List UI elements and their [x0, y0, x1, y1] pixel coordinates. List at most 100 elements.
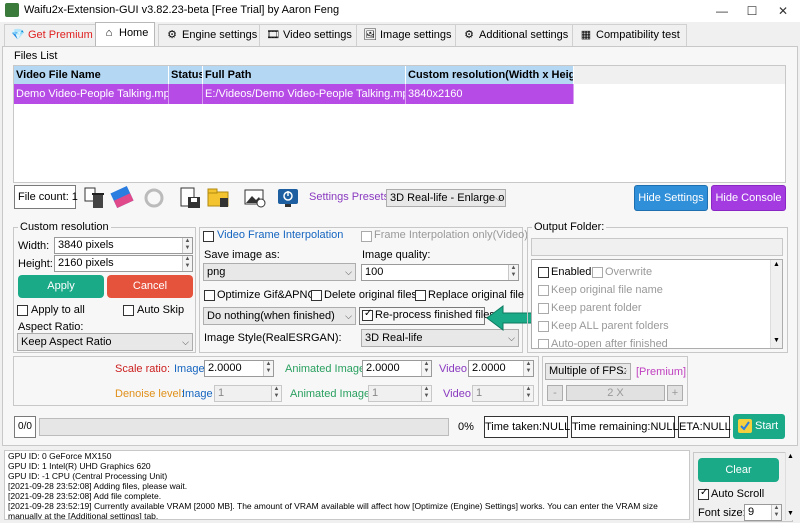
optimize-gif-checkbox[interactable]	[204, 290, 215, 301]
log-line: GPU ID: 0 GeForce MX150	[8, 451, 112, 461]
scroll-down-icon[interactable]: ▼	[773, 337, 780, 344]
cancel-resolution-button[interactable]: Cancel	[107, 275, 193, 298]
height-spin-arrows[interactable]: ▲ ▼	[182, 256, 192, 271]
tab-engine-settings[interactable]: ⚙ Engine settings	[158, 24, 265, 46]
font-size-spin[interactable]: ▲ ▼	[771, 505, 781, 520]
output-folder-options: Enabled Overwrite Keep original file nam…	[531, 259, 783, 349]
reprocess-checkbox[interactable]	[362, 308, 373, 321]
denoise-video-input[interactable]: 1 ▲ ▼	[472, 385, 534, 402]
picture-settings-icon	[244, 189, 266, 208]
denoise-animated-input[interactable]: 1 ▲ ▼	[368, 385, 432, 402]
tab-additional-settings[interactable]: ⚙ Additional settings	[455, 24, 576, 46]
image-quality-label: Image quality:	[362, 249, 431, 261]
fps-multiple-select[interactable]: Multiple of FPS: ⌵	[545, 363, 631, 380]
start-button[interactable]: Start	[733, 414, 785, 439]
settings-presets-select[interactable]: 3D Real-life - Enlarge o ⌵	[386, 189, 506, 207]
aspect-ratio-select[interactable]: Keep Aspect Ratio ⌵	[17, 333, 193, 351]
reprocess-label: Re-process finished files	[375, 309, 495, 321]
save-file-list-button[interactable]	[176, 184, 202, 210]
keep-parent-checkbox[interactable]	[538, 303, 549, 314]
tab-image-settings[interactable]: 🖼 Image settings	[356, 24, 459, 46]
progress-count: 0/0	[14, 416, 36, 438]
save-image-format-select[interactable]: png ⌵	[203, 263, 356, 281]
denoise-image-input[interactable]: 1 ▲ ▼	[214, 385, 282, 402]
power-monitor-icon	[278, 189, 298, 207]
fps-increase-button[interactable]: +	[667, 385, 683, 401]
denoise-video-spin[interactable]: ▲ ▼	[523, 386, 533, 401]
scroll-up-icon[interactable]: ▲	[773, 261, 780, 268]
load-file-list-button[interactable]	[204, 184, 230, 210]
preview-button[interactable]	[241, 184, 267, 210]
frame-interpolation-only-checkbox[interactable]	[361, 231, 372, 242]
width-spin-arrows[interactable]: ▲ ▼	[182, 238, 192, 253]
output-folder-title: Output Folder:	[532, 221, 607, 233]
eta: ETA:NULL	[678, 416, 731, 438]
tab-home[interactable]: ⌂ Home	[95, 22, 156, 46]
tab-get-premium[interactable]: 💎 Get Premium	[4, 24, 100, 46]
apply-resolution-button[interactable]: Apply	[18, 275, 104, 298]
image-quality-input[interactable]: 100 ▲ ▼	[361, 264, 519, 281]
fps-decrease-button[interactable]: -	[547, 385, 563, 401]
table-cell-file-name[interactable]: Demo Video-People Talking.mp4	[14, 84, 169, 104]
auto-open-checkbox[interactable]	[538, 339, 549, 348]
remove-file-button[interactable]	[80, 184, 106, 210]
output-options-scrollbar[interactable]: ▲ ▼	[770, 260, 782, 348]
console-log[interactable]: GPU ID: 0 GeForce MX150 GPU ID: 1 Intel(…	[4, 450, 690, 520]
scroll-down-icon[interactable]: ▼	[787, 510, 794, 517]
close-button[interactable]: ✕	[768, 0, 798, 22]
minimize-button[interactable]: —	[707, 0, 737, 22]
height-input[interactable]: 2160 pixels ▲ ▼	[54, 255, 193, 272]
denoise-animated-spin[interactable]: ▲ ▼	[421, 386, 431, 401]
monitor-button[interactable]	[274, 184, 300, 210]
tab-compatibility-test[interactable]: ▦ Compatibility test	[572, 24, 687, 46]
scale-animated-input[interactable]: 2.0000 ▲ ▼	[362, 360, 432, 377]
chevron-down-icon: ⌵	[495, 193, 502, 203]
reset-button[interactable]	[140, 184, 166, 210]
image-quality-spin-arrows[interactable]: ▲ ▼	[508, 265, 518, 280]
table-cell-full-path[interactable]: E:/Videos/Demo Video-People Talking.mp4	[203, 84, 406, 104]
scale-image-input[interactable]: 2.0000 ▲ ▼	[204, 360, 274, 377]
auto-skip-checkbox[interactable]	[123, 305, 134, 316]
log-line: [2021-09-28 23:52:19] Currently availabl…	[8, 501, 658, 520]
progress-bar	[39, 418, 449, 436]
hide-settings-button[interactable]: Hide Settings	[634, 185, 708, 211]
console-controls-scrollbar[interactable]: ▲ ▼	[785, 452, 795, 520]
scale-video-input[interactable]: 2.0000 ▲ ▼	[468, 360, 534, 377]
time-taken: Time taken:NULL	[484, 416, 570, 438]
table-cell-resolution[interactable]: 3840x2160	[406, 84, 574, 104]
auto-scroll-checkbox[interactable]	[698, 487, 709, 500]
files-table[interactable]: Video File Name Status Full Path Custom …	[13, 65, 786, 183]
denoise-image-spin[interactable]: ▲ ▼	[271, 386, 281, 401]
apply-to-all-checkbox[interactable]	[17, 305, 28, 316]
tab-video-settings[interactable]: 🎞 Video settings	[259, 24, 359, 46]
files-list-title: Files List	[14, 50, 58, 62]
clear-list-button[interactable]	[108, 184, 134, 210]
hide-console-button[interactable]: Hide Console	[711, 185, 786, 211]
scale-image-spin[interactable]: ▲ ▼	[263, 361, 273, 376]
font-size-input[interactable]: 9 ▲ ▼	[744, 504, 782, 521]
clear-console-button[interactable]: Clear	[698, 458, 779, 482]
scale-video-spin[interactable]: ▲ ▼	[523, 361, 533, 376]
finish-action-select[interactable]: Do nothing(when finished) ⌵	[203, 307, 356, 325]
delete-original-checkbox[interactable]	[311, 290, 322, 301]
table-cell-status[interactable]	[169, 84, 203, 104]
log-line: GPU ID: -1 CPU (Central Processing Unit)	[8, 471, 168, 481]
column-header-resolution[interactable]: Custom resolution(Width x Height)	[406, 66, 574, 84]
scale-animated-spin[interactable]: ▲ ▼	[421, 361, 431, 376]
scroll-up-icon[interactable]: ▲	[787, 453, 794, 460]
maximize-button[interactable]: ☐	[737, 0, 767, 22]
keep-original-name-checkbox[interactable]	[538, 285, 549, 296]
video-frame-interpolation-checkbox[interactable]	[203, 231, 214, 242]
column-header-file-name[interactable]: Video File Name	[14, 66, 169, 84]
overwrite-checkbox[interactable]	[592, 267, 603, 278]
header-filler	[574, 66, 785, 84]
output-enabled-checkbox[interactable]	[538, 267, 549, 278]
column-header-full-path[interactable]: Full Path	[203, 66, 406, 84]
keep-all-parent-checkbox[interactable]	[538, 321, 549, 332]
output-folder-input[interactable]	[531, 238, 783, 256]
replace-original-checkbox[interactable]	[415, 290, 426, 301]
column-header-status[interactable]: Status	[169, 66, 203, 84]
settings-presets-label: Settings Presets:	[309, 191, 393, 203]
keep-all-parent-label: Keep ALL parent folders	[551, 320, 669, 332]
width-input[interactable]: 3840 pixels ▲ ▼	[54, 237, 193, 254]
